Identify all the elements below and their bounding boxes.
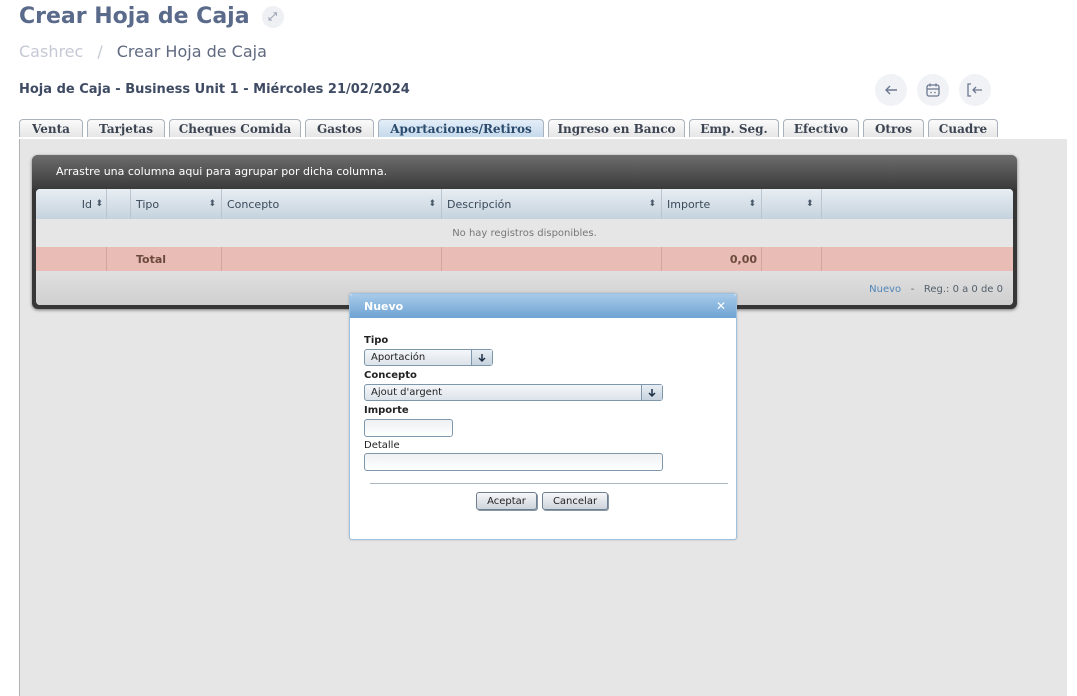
expand-icon[interactable]: ⤢ [261, 5, 284, 28]
new-record-link[interactable]: Nuevo [869, 284, 901, 295]
total-row: Total 0,00 [36, 247, 1013, 271]
detalle-label: Detalle [364, 440, 400, 451]
exit-button[interactable] [959, 74, 991, 106]
breadcrumb-separator: / [97, 42, 103, 61]
tab-efectivo[interactable]: Efectivo [783, 119, 859, 137]
sort-icon: ⬍ [208, 199, 216, 209]
tab-cuadre[interactable]: Cuadre [928, 119, 998, 137]
col-header-descripcion[interactable]: Descripción ⬍ [442, 189, 662, 219]
grid-body: Id ⬍ Tipo ⬍ Concepto ⬍ Descripción ⬍ Imp… [36, 189, 1013, 305]
breadcrumb: Cashrec / Crear Hoja de Caja [19, 42, 267, 61]
concepto-value: Ajout d'argent [371, 387, 443, 398]
new-entry-dialog: Nuevo ✕ Tipo Aportación Concepto Ajout d… [349, 293, 737, 540]
accept-button[interactable]: Aceptar [476, 492, 537, 510]
col-label-tipo: Tipo [136, 197, 160, 211]
detalle-input[interactable] [364, 453, 663, 471]
total-label: Total [107, 247, 222, 271]
tab-tarjetas[interactable]: Tarjetas [87, 119, 165, 137]
tab-venta[interactable]: Venta [19, 119, 83, 137]
col-header-concepto[interactable]: Concepto ⬍ [222, 189, 442, 219]
page-title: Crear Hoja de Caja [19, 4, 250, 29]
tab-bar: Venta Tarjetas Cheques Comida Gastos Apo… [19, 119, 1002, 137]
total-cell [222, 247, 442, 271]
tipo-value: Aportación [371, 352, 426, 363]
importe-input[interactable] [364, 419, 453, 437]
arrow-left-icon [885, 85, 897, 95]
pager-dash: - [910, 284, 915, 295]
logout-icon [967, 83, 982, 97]
dialog-divider [370, 483, 728, 484]
concepto-label: Concepto [364, 370, 417, 381]
close-icon[interactable]: ✕ [716, 299, 726, 313]
record-count: Reg.: 0 a 0 de 0 [923, 284, 1003, 295]
col-label-id: Id [81, 197, 92, 211]
breadcrumb-current: Crear Hoja de Caja [116, 42, 267, 61]
tab-otros[interactable]: Otros [863, 119, 924, 137]
sort-icon: ⬍ [748, 199, 756, 209]
data-grid: Arrastre una columna aqui para agrupar p… [32, 155, 1017, 309]
col-label-descripcion: Descripción [447, 197, 512, 211]
total-cell [36, 247, 107, 271]
tipo-label: Tipo [364, 335, 389, 346]
dialog-title: Nuevo [364, 300, 404, 313]
tipo-select[interactable]: Aportación [364, 349, 493, 366]
cancel-button[interactable]: Cancelar [542, 492, 608, 510]
pager-info: Nuevo - Reg.: 0 a 0 de 0 [869, 284, 1003, 295]
calendar-button[interactable] [917, 74, 949, 106]
col-header-blank[interactable] [107, 189, 131, 219]
sort-icon: ⬍ [806, 199, 814, 209]
col-header-id[interactable]: Id ⬍ [36, 189, 107, 219]
concepto-select[interactable]: Ajout d'argent [364, 384, 663, 401]
breadcrumb-root[interactable]: Cashrec [19, 42, 83, 61]
sort-icon: ⬍ [648, 199, 656, 209]
back-button[interactable] [875, 74, 907, 106]
total-value: 0,00 [662, 247, 762, 271]
tab-gastos[interactable]: Gastos [305, 119, 374, 137]
sheet-subheader: Hoja de Caja - Business Unit 1 - Miércol… [19, 82, 410, 97]
col-header-filler [822, 189, 1013, 219]
col-header-tipo[interactable]: Tipo ⬍ [131, 189, 222, 219]
empty-message: No hay registros disponibles. [452, 227, 597, 239]
dropdown-arrow-icon[interactable] [641, 385, 662, 400]
dialog-titlebar[interactable]: Nuevo ✕ [350, 294, 736, 318]
total-cell [442, 247, 662, 271]
tab-ingreso-banco[interactable]: Ingreso en Banco [548, 119, 685, 137]
col-label-importe: Importe [667, 197, 711, 211]
dropdown-arrow-icon[interactable] [471, 350, 492, 365]
group-hint: Arrastre una columna aqui para agrupar p… [56, 165, 388, 178]
total-cell [762, 247, 822, 271]
header-actions [875, 74, 1001, 106]
group-panel[interactable]: Arrastre una columna aqui para agrupar p… [32, 155, 1017, 189]
page-title-row: Crear Hoja de Caja ⤢ [19, 4, 284, 29]
col-header-importe[interactable]: Importe ⬍ [662, 189, 762, 219]
sort-icon: ⬍ [95, 199, 103, 209]
tab-cheques-comida[interactable]: Cheques Comida [169, 119, 301, 137]
sort-icon: ⬍ [428, 199, 436, 209]
tab-aportaciones-retiros[interactable]: Aportaciones/Retiros [378, 119, 544, 137]
col-label-concepto: Concepto [227, 197, 280, 211]
col-header-actions[interactable]: ⬍ [762, 189, 822, 219]
tab-emp-seg[interactable]: Emp. Seg. [689, 119, 779, 137]
calendar-icon [926, 83, 940, 97]
importe-label: Importe [364, 405, 409, 416]
